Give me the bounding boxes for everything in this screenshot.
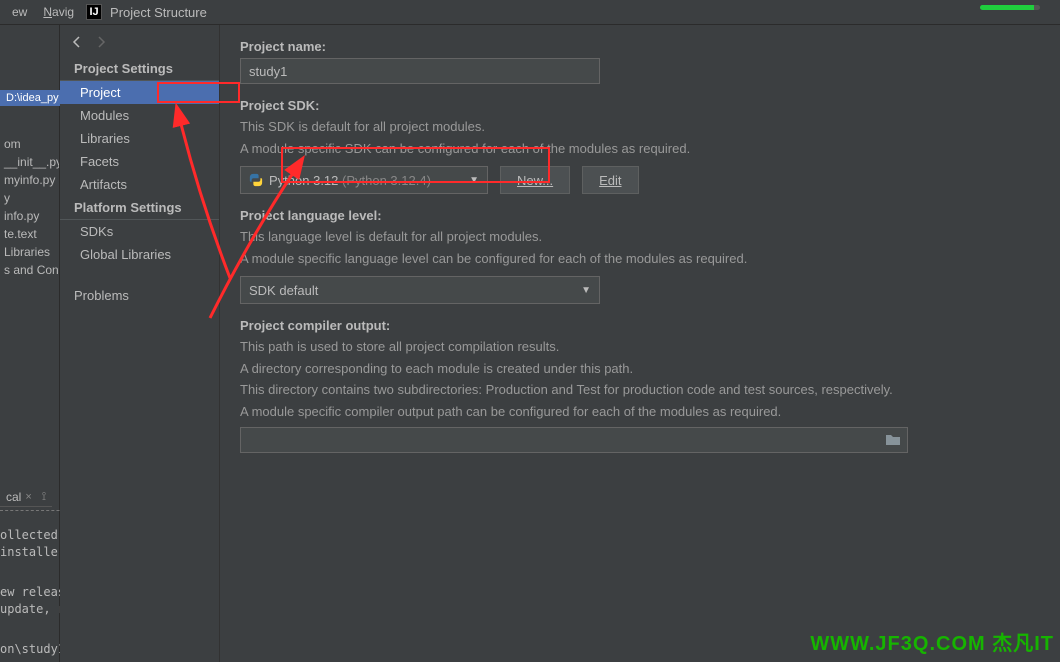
chevron-down-icon: ▼ xyxy=(469,175,479,186)
section-project-settings: Project Settings xyxy=(60,57,219,81)
project-sdk-label: Project SDK: xyxy=(240,98,1040,113)
sdk-dropdown[interactable]: Python 3.12 (Python 3.12.4) ▼ xyxy=(240,166,488,194)
pin-icon[interactable]: ⟟ xyxy=(42,489,46,504)
sidebar-item-problems[interactable]: Problems xyxy=(60,284,219,307)
tree-item[interactable]: __init__.py xyxy=(0,153,59,171)
back-arrow-icon[interactable] xyxy=(70,35,84,49)
section-platform-settings: Platform Settings xyxy=(60,196,219,220)
tree-item[interactable]: om xyxy=(0,135,59,153)
language-level-dropdown[interactable]: SDK default ▼ xyxy=(240,276,600,304)
lang-description: This language level is default for all p… xyxy=(240,227,1040,247)
sidebar-item-facets[interactable]: Facets xyxy=(60,150,219,173)
project-name-label: Project name: xyxy=(240,39,1040,54)
sidebar-item-modules[interactable]: Modules xyxy=(60,104,219,127)
breadcrumb[interactable]: D:\idea_py xyxy=(0,90,65,106)
terminal-tab[interactable]: cal × ⟟ xyxy=(0,487,52,507)
compiler-output-label: Project compiler output: xyxy=(240,318,1040,333)
sdk-version: (Python 3.12.4) xyxy=(342,173,431,188)
lang-description: A module specific language level can be … xyxy=(240,249,1040,269)
python-icon xyxy=(249,173,263,187)
tree-item[interactable]: myinfo.py xyxy=(0,171,59,189)
sidebar-item-artifacts[interactable]: Artifacts xyxy=(60,173,219,196)
compiler-description: A module specific compiler output path c… xyxy=(240,402,1040,422)
sidebar: Project Settings Project Modules Librari… xyxy=(60,25,220,662)
dialog-title: Project Structure xyxy=(110,5,207,20)
sdk-description: A module specific SDK can be configured … xyxy=(240,139,1040,159)
sidebar-item-sdks[interactable]: SDKs xyxy=(60,220,219,243)
content-panel: Project name: Project SDK: This SDK is d… xyxy=(220,25,1060,662)
language-level-label: Project language level: xyxy=(240,208,1040,223)
project-structure-dialog: Project Settings Project Modules Librari… xyxy=(60,25,1060,662)
sidebar-item-libraries[interactable]: Libraries xyxy=(60,127,219,150)
tree-item[interactable]: te.text xyxy=(0,225,59,243)
tree-item[interactable]: info.py xyxy=(0,207,59,225)
edit-sdk-button[interactable]: Edit xyxy=(582,166,638,194)
sidebar-item-global-libraries[interactable]: Global Libraries xyxy=(60,243,219,266)
compiler-output-input[interactable] xyxy=(240,427,908,453)
intellij-icon: IJ xyxy=(86,4,102,20)
menu-navigate[interactable]: Navig xyxy=(39,3,78,21)
sdk-name: Python 3.12 xyxy=(269,173,338,188)
terminal-tab-label: cal xyxy=(6,490,21,504)
project-name-input[interactable] xyxy=(240,58,600,84)
menu-view[interactable]: ew xyxy=(8,3,31,21)
compiler-description: This path is used to store all project c… xyxy=(240,337,1040,357)
chevron-down-icon: ▼ xyxy=(581,285,591,296)
sdk-description: This SDK is default for all project modu… xyxy=(240,117,1040,137)
compiler-description: A directory corresponding to each module… xyxy=(240,359,1040,379)
title-bar: ew Navig IJ Project Structure xyxy=(0,0,1060,25)
lang-combo-value: SDK default xyxy=(249,283,581,298)
close-icon[interactable]: × xyxy=(25,491,31,503)
forward-arrow-icon[interactable] xyxy=(94,35,108,49)
tree-item[interactable]: Libraries xyxy=(0,243,59,261)
new-sdk-button[interactable]: New... xyxy=(500,166,570,194)
compiler-description: This directory contains two subdirectori… xyxy=(240,380,1040,400)
watermark: WWW.JF3Q.COM 杰凡IT xyxy=(810,627,1054,656)
progress-bar xyxy=(980,5,1040,10)
folder-icon[interactable] xyxy=(885,432,901,449)
tree-item[interactable]: y xyxy=(0,189,59,207)
sidebar-item-project[interactable]: Project xyxy=(60,81,219,104)
background-project-tree: om __init__.py myinfo.py y info.py te.te… xyxy=(0,25,60,662)
tree-item[interactable]: s and Con xyxy=(0,261,59,279)
